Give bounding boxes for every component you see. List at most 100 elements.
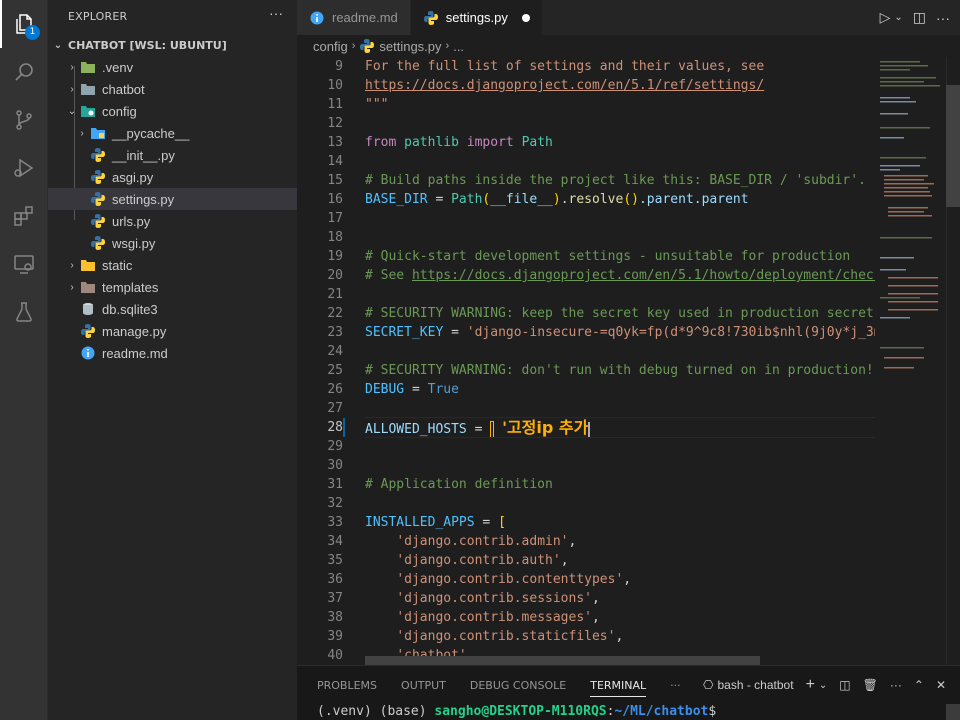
line-number: 31 [327,477,343,492]
line-number: 10 [327,78,343,93]
tab-output[interactable]: OUTPUT [401,679,446,692]
comment-link[interactable]: https://docs.djangoproject.com/en/5.1/ho… [412,268,875,283]
tree-item-urls[interactable]: urls.py [48,210,297,232]
new-terminal-icon[interactable]: + [806,676,815,694]
explorer-icon[interactable]: 1 [0,0,48,48]
class-name: Path [521,135,553,150]
attribute: .parent.parent [638,192,749,207]
more-actions-icon[interactable]: ··· [936,10,950,26]
line-number: 23 [327,325,343,340]
tree-item-settings[interactable]: settings.py [48,188,297,210]
source-control-icon[interactable] [0,96,48,144]
tree-item-config[interactable]: ⌄ config [48,100,297,122]
explorer-more-button[interactable]: ··· [269,5,283,21]
tab-problems[interactable]: PROBLEMS [317,679,377,692]
tree-item-init[interactable]: __init__.py [48,144,297,166]
line-number: 12 [327,116,343,131]
vertical-scrollbar-thumb[interactable] [946,85,960,207]
tree-item-db[interactable]: db.sqlite3 [48,298,297,320]
breadcrumb-file[interactable]: settings.py [379,39,441,54]
code-line: # Build paths inside the project like th… [365,171,875,190]
code-line: 'django.contrib.sessions', [365,589,875,608]
comma: , [568,534,577,549]
terminal-name[interactable]: bash - chatbot [718,678,794,692]
run-debug-icon[interactable] [0,144,48,192]
comment: # See [365,268,412,283]
code-line: DEBUG = True [365,380,875,399]
remote-explorer-icon[interactable] [0,240,48,288]
tree-item-label: settings.py [112,191,175,207]
horizontal-scrollbar-thumb[interactable] [365,656,760,665]
tree-item-chatbot[interactable]: › chatbot [48,78,297,100]
tree-item-label: asgi.py [112,169,154,185]
code-line: SECRET_KEY = 'django-insecure-=q0yk=fp(d… [365,323,875,342]
tab-debug-console[interactable]: DEBUG CONSOLE [470,679,566,692]
tree-item-label: manage.py [102,323,167,339]
editor-actions: ▷ ⌄ ◫ ··· [880,0,950,35]
trash-icon[interactable]: 🗑 [863,678,878,692]
docstring-end: """ [365,97,389,112]
tab-settings[interactable]: settings.py [410,0,543,35]
comma: , [591,610,600,625]
split-editor-icon[interactable]: ◫ [913,9,926,26]
tree-item-readme[interactable]: readme.md [48,342,297,364]
tree-item-label: wsgi.py [112,235,156,251]
line-number: 9 [335,59,343,74]
panel-more-button[interactable]: ··· [670,679,681,692]
close-panel-icon[interactable]: ✕ [936,678,946,692]
python-file-icon [359,38,375,54]
tree-item-manage[interactable]: manage.py [48,320,297,342]
tab-readme[interactable]: readme.md [297,0,411,35]
line-number: 29 [327,439,343,454]
tree-item-asgi[interactable]: asgi.py [48,166,297,188]
unsaved-dot-icon[interactable] [521,13,530,22]
tree-item-pycache[interactable]: › __pycache__ [48,122,297,144]
search-icon[interactable] [0,48,48,96]
extensions-icon[interactable] [0,192,48,240]
variable: DEBUG [365,382,405,397]
tree-item-static[interactable]: › static [48,254,297,276]
run-icon[interactable]: ▷ [880,9,891,26]
code-line: 'django.contrib.messages', [365,608,875,627]
maximize-panel-icon[interactable]: ⌃ [914,678,924,692]
tree-item-venv[interactable]: › .venv [48,56,297,78]
breadcrumb-symbol[interactable]: ... [453,39,464,54]
string: 'django.contrib.contenttypes' [396,572,624,587]
workspace-root[interactable]: ⌄ CHATBOT [WSL: UBUNTU] [48,34,297,56]
chevron-down-icon: ⌄ [53,39,63,51]
operator: = [404,382,428,397]
line-number: 11 [327,97,343,112]
tab-terminal[interactable]: TERMINAL [590,679,647,697]
text-cursor [588,421,591,438]
terminal-icon: ⎔ [703,678,714,692]
terminal-scrollbar[interactable] [946,704,960,720]
breadcrumb-folder[interactable]: config [313,39,348,54]
comment: # SECURITY WARNING: don't run with debug… [365,363,874,378]
tree-item-label: db.sqlite3 [102,301,158,317]
code-lines[interactable]: For the full list of settings and their … [365,57,875,665]
testing-icon[interactable] [0,288,48,336]
operator: = [427,192,452,207]
tree-item-wsgi[interactable]: wsgi.py [48,232,297,254]
python-file-icon [90,235,106,251]
tab-label: readme.md [332,10,398,25]
split-terminal-icon[interactable]: ◫ [839,678,850,692]
terminal-output[interactable]: (.venv) (base) sangho@DESKTOP-M110RQS:~/… [317,704,716,719]
run-dropdown-icon[interactable]: ⌄ [894,12,902,23]
line-number: 40 [327,648,343,663]
tree-item-templates[interactable]: › templates [48,276,297,298]
more-icon[interactable]: ··· [890,678,902,692]
database-file-icon [80,301,96,317]
chevron-right-icon: › [80,127,84,139]
line-number-gutter: 9 10 11 12 13 14 15 16 17 18 19 20 21 22 23 24 25 26 27 28 2… [297,57,347,665]
chevron-down-icon[interactable]: ⌄ [819,680,827,691]
minimap[interactable] [876,57,946,665]
line-number: 26 [327,382,343,397]
docstring-link[interactable]: https://docs.djangoproject.com/en/5.1/re… [365,78,764,93]
code-editor[interactable]: 9 10 11 12 13 14 15 16 17 18 19 20 21 22 23 24 25 26 27 28 2… [297,57,960,665]
keyword: import [466,135,514,150]
